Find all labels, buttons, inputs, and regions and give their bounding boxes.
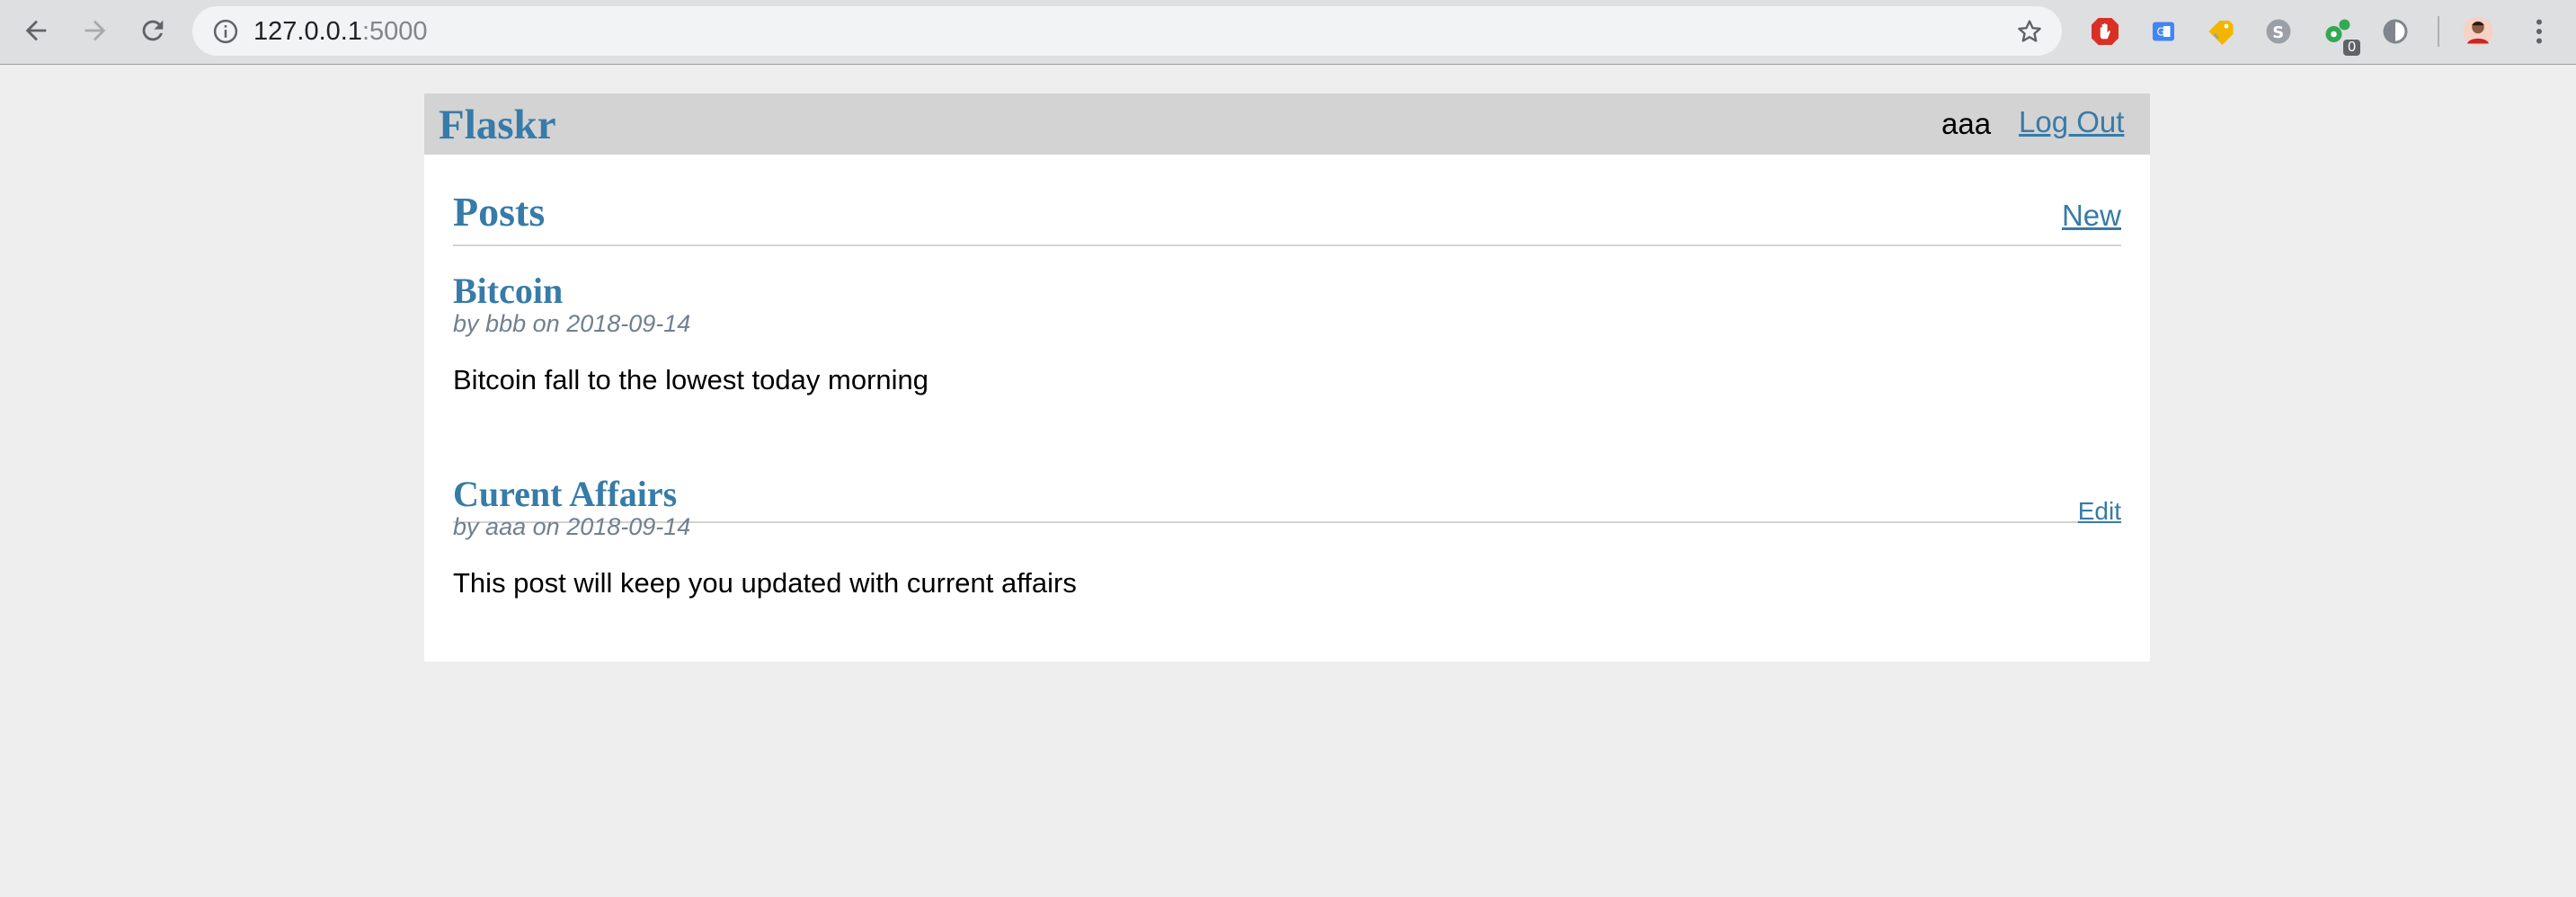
logout-link[interactable]: Log Out [2019,104,2124,140]
info-icon[interactable] [212,18,239,45]
post-date: 2018-09-14 [566,310,691,337]
toolbar-divider [2438,16,2439,47]
forward-button[interactable] [76,11,115,50]
edit-post-link[interactable]: Edit [2078,496,2121,527]
app-title-link[interactable]: Flaskr [439,100,556,150]
svg-text:G: G [2157,26,2165,39]
extension-circle-icon[interactable] [2378,14,2412,49]
page-container: Flaskr aaa Log Out Posts New Bitcoin by … [424,93,2150,662]
url-text: 127.0.0.1:5000 [253,17,428,46]
url-port: :5000 [361,17,428,46]
address-bar[interactable]: 127.0.0.1:5000 [192,6,2062,56]
page-title: Posts [453,189,546,235]
browser-menu-button[interactable] [2522,14,2556,49]
profile-avatar-icon[interactable] [2461,14,2495,49]
meta-on-label: on [532,513,560,540]
kebab-menu-icon [2536,19,2542,44]
post-author: aaa [485,513,527,540]
bookmark-star-icon[interactable] [2015,17,2044,46]
back-button[interactable] [16,11,56,50]
extension-adblock-icon[interactable] [2088,14,2122,49]
browser-toolbar: 127.0.0.1:5000 G S 0 [0,0,2576,65]
extension-translate-icon[interactable]: G [2146,14,2181,49]
post-body: Bitcoin fall to the lowest today morning [453,364,928,395]
extension-skype-icon[interactable]: S [2261,14,2296,49]
extension-green-puzzle-icon[interactable]: 0 [2321,14,2360,56]
url-host: 127.0.0.1 [253,17,362,46]
extension-coupon-tag-icon[interactable] [2204,14,2238,49]
reload-icon [142,20,164,41]
post-title: Bitcoin [453,271,564,311]
back-arrow-icon [25,20,47,41]
reload-button[interactable] [133,11,173,50]
posts-header: Posts New [453,187,2121,246]
meta-by-label: by [453,310,479,337]
post-meta: by bbb on 2018-09-14 [453,309,690,338]
svg-text:S: S [2272,23,2284,42]
new-post-link[interactable]: New [2062,198,2121,234]
meta-by-label: by [453,513,479,540]
app-navbar: Flaskr aaa Log Out [424,93,2150,155]
meta-on-label: on [532,310,560,337]
forward-arrow-icon [84,20,106,41]
post-body: This post will keep you updated with cur… [453,567,1077,599]
extension-badge-count: 0 [2343,40,2360,56]
post-divider [453,521,2121,523]
post-title: Curent Affairs [453,474,678,514]
post-meta: by aaa on 2018-09-14 [453,512,690,541]
post-author: bbb [485,310,527,337]
current-username: aaa [1941,107,1992,140]
post-date: 2018-09-14 [566,513,691,540]
